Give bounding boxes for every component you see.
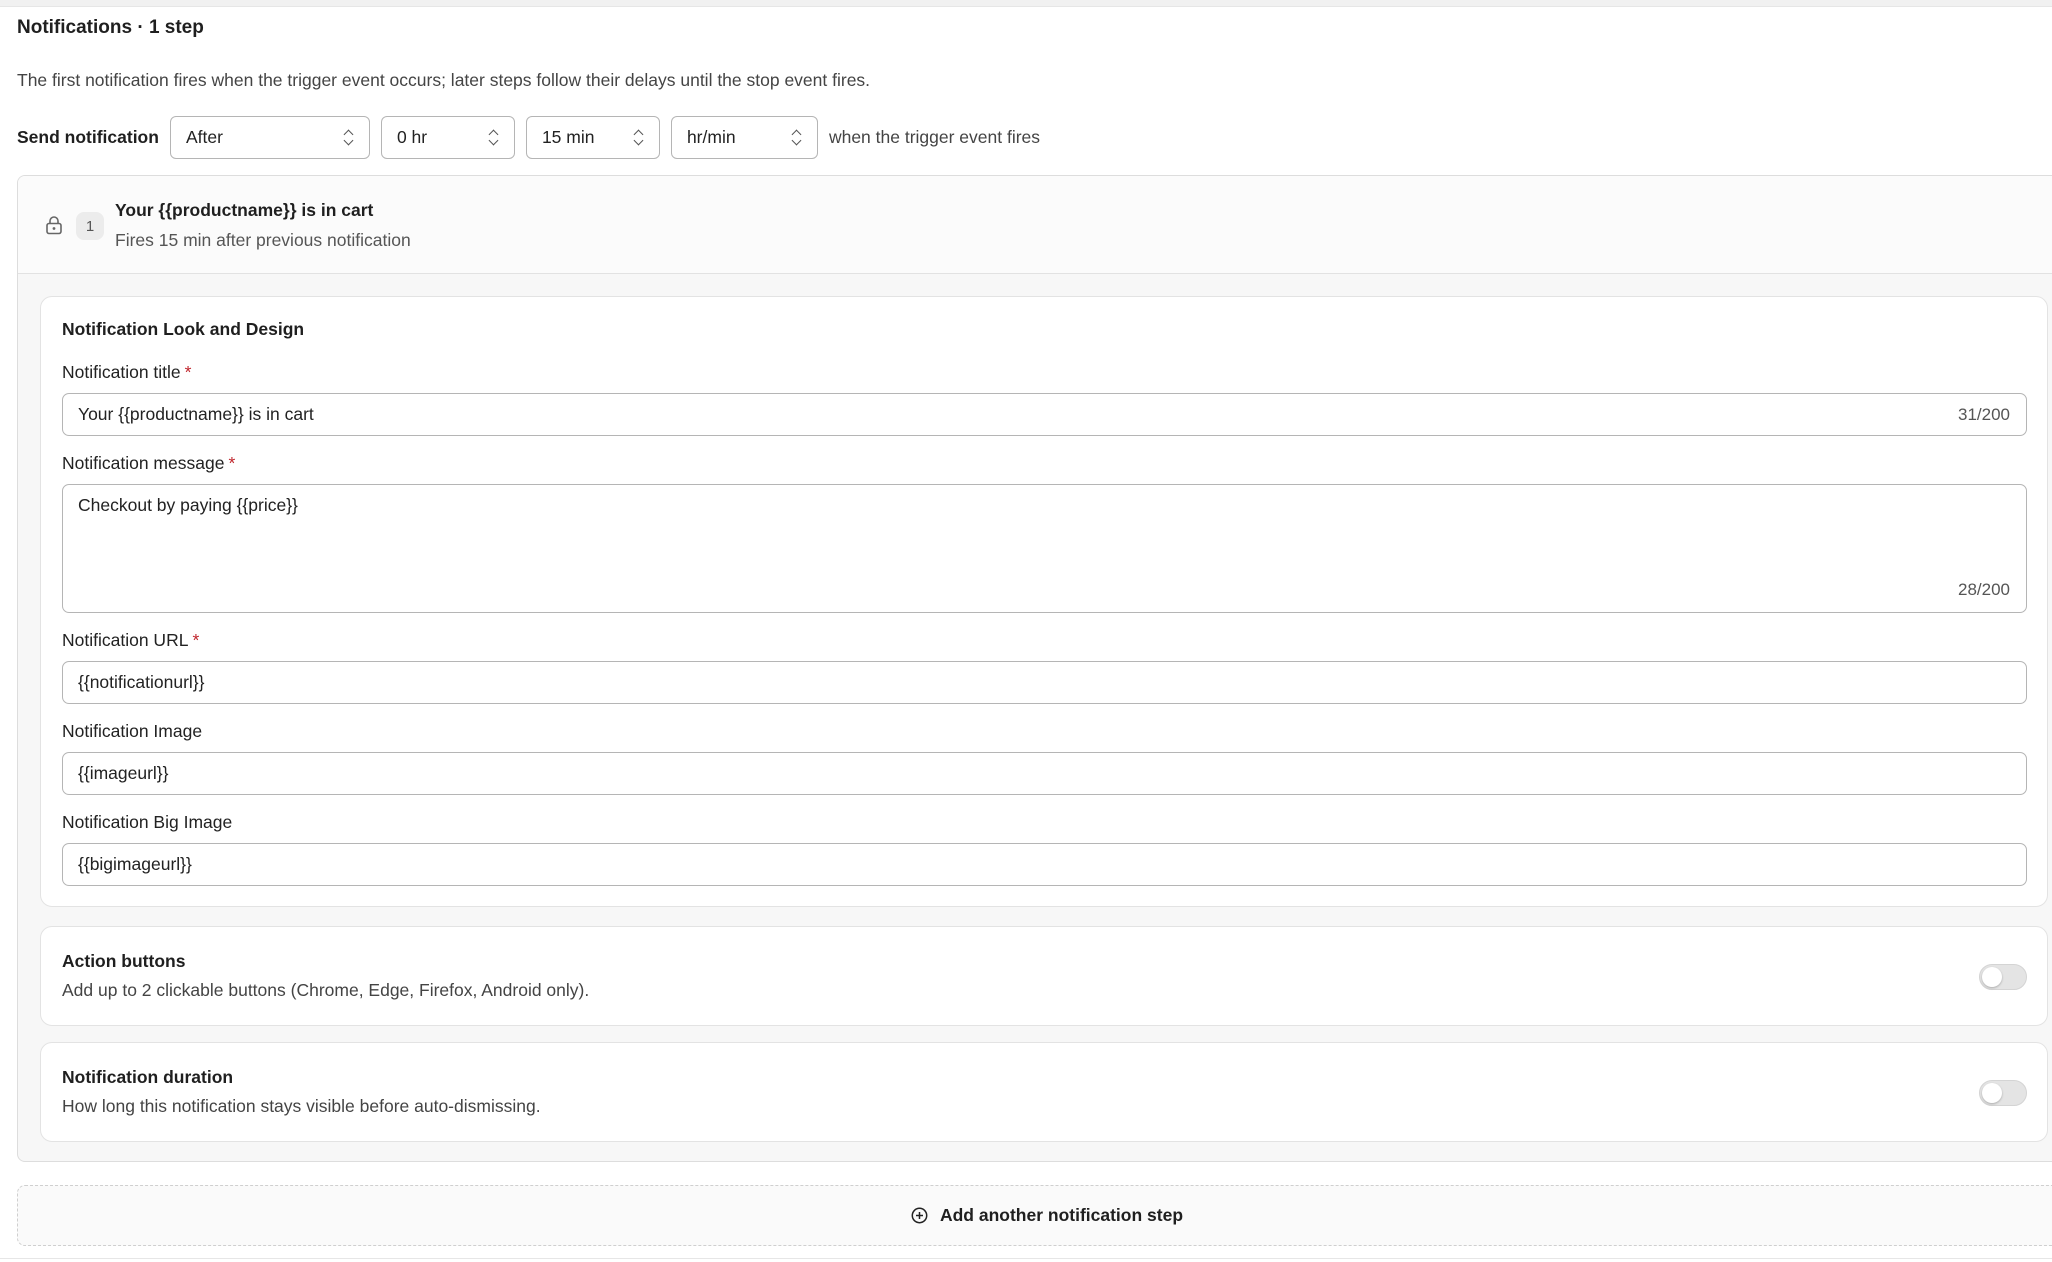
notification-big-image-input[interactable]: {{bigimageurl}} [62,843,2027,886]
big-image-field-label: Notification Big Image [62,812,233,832]
chevron-up-down-icon [343,129,355,147]
look-and-design-panel: Notification Look and Design Notificatio… [40,296,2048,907]
chevron-up-down-icon [791,129,803,147]
message-field-label: Notification message * [62,453,236,473]
action-buttons-title: Action buttons [62,951,186,971]
notification-message-textarea[interactable]: Checkout by paying {{price}} 28/200 [62,484,2027,613]
timing-select-value: After [185,127,223,147]
minutes-select[interactable]: 15 min [525,116,660,159]
title-char-counter: 31/200 [1958,404,2010,424]
hours-select[interactable]: 0 hr [380,116,515,159]
notification-duration-toggle[interactable] [1979,1080,2027,1106]
notification-duration-panel: Notification duration How long this noti… [40,1042,2048,1142]
action-buttons-toggle[interactable] [1979,964,2027,990]
action-buttons-description: Add up to 2 clickable buttons (Chrome, E… [62,980,590,1000]
message-char-counter: 28/200 [1958,580,2010,599]
section-title: Notifications · 1 step [17,17,204,38]
title-field-label: Notification title * [62,362,192,382]
send-notification-row: Send notification After 0 hr 15 min hr/m… [17,116,1040,159]
notification-url-input[interactable]: {{notificationurl}} [62,661,2027,704]
lock-icon [46,216,62,235]
timing-select[interactable]: After [169,116,370,159]
unit-select-value: hr/min [686,127,736,147]
step-number-badge: 1 [76,212,104,240]
chevron-up-down-icon [633,129,645,147]
required-mark: * [228,453,236,473]
top-bar [0,0,2052,7]
unit-select[interactable]: hr/min [670,116,818,159]
notification-title-value: Your {{productname}} is in cart [78,404,314,424]
required-mark: * [184,362,192,382]
step-title: Your {{productname}} is in cart [115,200,374,220]
required-mark: * [192,630,200,650]
add-notification-step-button[interactable]: Add another notification step [17,1185,2052,1246]
minutes-select-value: 15 min [541,127,595,147]
step-header[interactable]: 1 Your {{productname}} is in cart Fires … [18,176,2052,274]
bottom-divider [0,1258,2052,1259]
send-notification-suffix: when the trigger event fires [828,127,1041,147]
notification-url-value: {{notificationurl}} [78,672,205,692]
url-field-label: Notification URL * [62,630,200,650]
notification-message-value: Checkout by paying {{price}} [78,495,298,515]
notification-image-value: {{imageurl}} [78,763,169,783]
section-description: The first notification fires when the tr… [17,70,871,90]
notification-title-input[interactable]: Your {{productname}} is in cart 31/200 [62,393,2027,436]
notification-duration-title: Notification duration [62,1067,234,1087]
notification-big-image-value: {{bigimageurl}} [78,854,192,874]
notification-duration-description: How long this notification stays visible… [62,1096,541,1116]
step-subtitle: Fires 15 min after previous notification [115,230,411,250]
image-field-label: Notification Image [62,721,203,741]
look-and-design-title: Notification Look and Design [62,319,305,339]
send-notification-label: Send notification [17,127,159,147]
hours-select-value: 0 hr [396,127,428,147]
notification-image-input[interactable]: {{imageurl}} [62,752,2027,795]
chevron-up-down-icon [488,129,500,147]
action-buttons-panel: Action buttons Add up to 2 clickable but… [40,926,2048,1026]
notification-step-card: 1 Your {{productname}} is in cart Fires … [17,175,2052,1162]
plus-circle-icon [911,1207,928,1224]
add-notification-step-label: Add another notification step [939,1205,1184,1225]
